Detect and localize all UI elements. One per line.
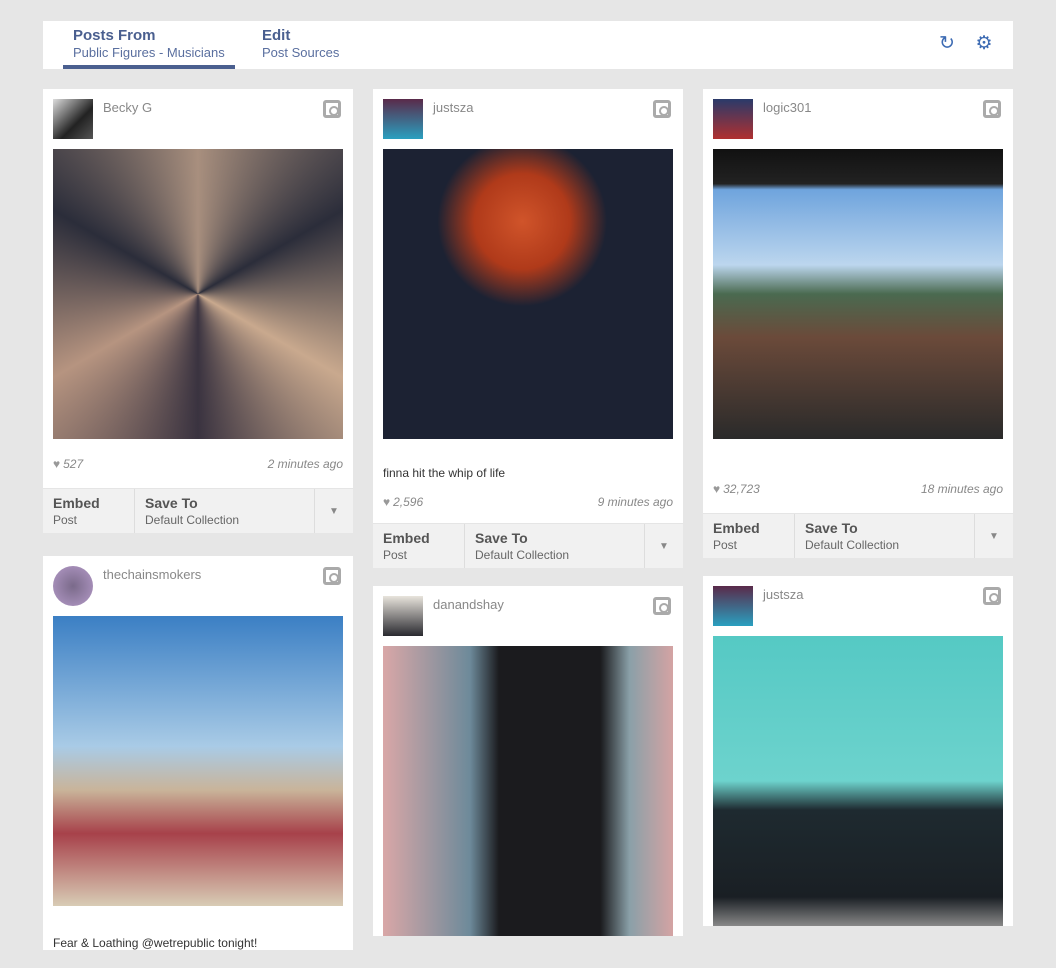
username[interactable]: justsza <box>433 100 473 115</box>
chevron-down-icon[interactable]: ▼ <box>645 524 683 568</box>
timestamp: 2 minutes ago <box>268 457 343 471</box>
feed-column: logic301 ♥32,723 18 minutes ago EmbedPos… <box>703 89 1013 944</box>
post-image[interactable] <box>713 149 1003 439</box>
post-image[interactable] <box>53 616 343 906</box>
tab-subtitle: Public Figures - Musicians <box>73 45 225 61</box>
tab-title: Posts From <box>73 27 225 45</box>
top-bar: Posts From Public Figures - Musicians Ed… <box>43 21 1013 69</box>
save-label: Save To <box>805 519 964 537</box>
post-card: thechainsmokers Fear & Loathing @wetrepu… <box>43 556 353 950</box>
instagram-icon[interactable] <box>983 100 1001 118</box>
username[interactable]: thechainsmokers <box>103 567 201 582</box>
chevron-down-icon[interactable]: ▼ <box>315 489 353 533</box>
save-sub: Default Collection <box>145 512 304 528</box>
instagram-icon[interactable] <box>653 100 671 118</box>
post-caption: Fear & Loathing @wetrepublic tonight! <box>43 906 353 950</box>
embed-post-button[interactable]: EmbedPost <box>43 489 135 533</box>
avatar[interactable] <box>383 99 423 139</box>
embed-label: Embed <box>383 529 454 547</box>
avatar[interactable] <box>53 99 93 139</box>
like-count: 32,723 <box>723 482 760 496</box>
instagram-icon[interactable] <box>323 100 341 118</box>
refresh-icon[interactable]: ↻ <box>936 33 958 55</box>
embed-sub: Post <box>53 512 124 528</box>
avatar[interactable] <box>53 566 93 606</box>
save-sub: Default Collection <box>805 537 964 553</box>
post-image[interactable] <box>383 646 673 936</box>
post-card: justsza <box>703 576 1013 926</box>
save-to-button[interactable]: Save ToDefault Collection <box>465 524 645 568</box>
post-card: justsza finna hit the whip of life ♥2,59… <box>373 89 683 568</box>
save-to-button[interactable]: Save ToDefault Collection <box>795 514 975 558</box>
heart-icon: ♥ <box>713 482 720 496</box>
tab-subtitle: Post Sources <box>262 45 339 61</box>
username[interactable]: logic301 <box>763 100 811 115</box>
instagram-icon[interactable] <box>983 587 1001 605</box>
post-image[interactable] <box>53 149 343 439</box>
heart-icon: ♥ <box>53 457 60 471</box>
avatar[interactable] <box>713 99 753 139</box>
instagram-icon[interactable] <box>323 567 341 585</box>
embed-sub: Post <box>713 537 784 553</box>
chevron-down-icon[interactable]: ▼ <box>975 514 1013 558</box>
post-image[interactable] <box>713 636 1003 926</box>
heart-icon: ♥ <box>383 495 390 509</box>
post-card: danandshay <box>373 586 683 936</box>
tab-title: Edit <box>262 27 339 45</box>
save-label: Save To <box>475 529 634 547</box>
username[interactable]: danandshay <box>433 597 504 612</box>
feed-column: Becky G ♥527 2 minutes ago EmbedPost Sav… <box>43 89 353 968</box>
avatar[interactable] <box>383 596 423 636</box>
username[interactable]: justsza <box>763 587 803 602</box>
post-image[interactable] <box>383 149 673 439</box>
post-card: Becky G ♥527 2 minutes ago EmbedPost Sav… <box>43 89 353 533</box>
timestamp: 9 minutes ago <box>598 495 673 509</box>
tab-posts-from[interactable]: Posts From Public Figures - Musicians <box>63 27 235 69</box>
avatar[interactable] <box>713 586 753 626</box>
timestamp: 18 minutes ago <box>921 482 1003 496</box>
like-count: 527 <box>63 457 83 471</box>
post-caption <box>703 439 1013 464</box>
gear-icon[interactable]: ⚙ <box>973 33 995 55</box>
embed-post-button[interactable]: EmbedPost <box>703 514 795 558</box>
username[interactable]: Becky G <box>103 100 152 115</box>
tab-edit[interactable]: Edit Post Sources <box>252 27 349 69</box>
save-to-button[interactable]: Save ToDefault Collection <box>135 489 315 533</box>
instagram-icon[interactable] <box>653 597 671 615</box>
embed-sub: Post <box>383 547 454 563</box>
save-sub: Default Collection <box>475 547 634 563</box>
feed-column: justsza finna hit the whip of life ♥2,59… <box>373 89 683 954</box>
post-card: logic301 ♥32,723 18 minutes ago EmbedPos… <box>703 89 1013 558</box>
embed-label: Embed <box>53 494 124 512</box>
embed-label: Embed <box>713 519 784 537</box>
embed-post-button[interactable]: EmbedPost <box>373 524 465 568</box>
like-count: 2,596 <box>393 495 423 509</box>
post-caption: finna hit the whip of life <box>373 439 683 480</box>
save-label: Save To <box>145 494 304 512</box>
